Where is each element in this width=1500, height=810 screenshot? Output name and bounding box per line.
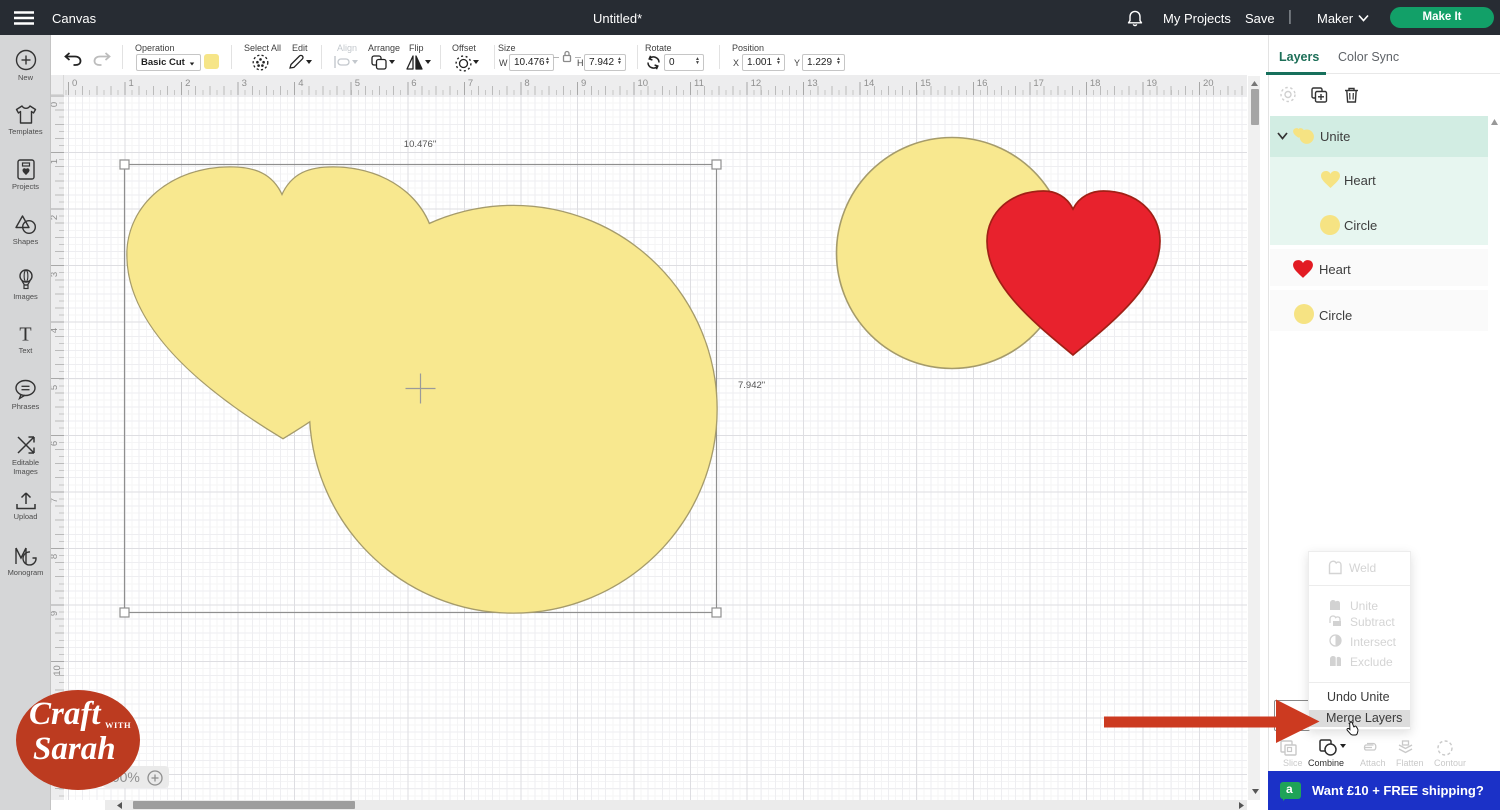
svg-text:10.476": 10.476" [404,139,436,150]
svg-text:7.942": 7.942" [738,380,765,391]
svg-text:T: T [19,324,31,344]
